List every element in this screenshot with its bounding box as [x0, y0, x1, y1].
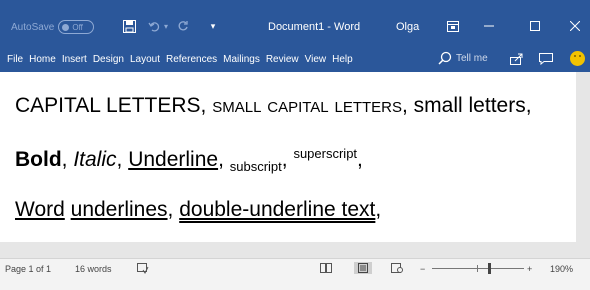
close-icon[interactable]: [560, 14, 590, 38]
tell-me-label: Tell me: [456, 52, 488, 64]
tab-references[interactable]: References: [166, 54, 217, 65]
tab-insert[interactable]: Insert: [62, 54, 87, 65]
vertical-scrollbar[interactable]: [576, 72, 590, 258]
separator: ,: [218, 148, 230, 171]
page-gap: [0, 242, 576, 258]
zoom-level[interactable]: 190%: [550, 264, 573, 274]
subscript-text: subscript: [229, 159, 282, 175]
text-line-3: Word underlines, double-underline text,: [15, 198, 381, 222]
separator: ,: [200, 94, 213, 117]
tab-file[interactable]: File: [7, 54, 23, 65]
superscript-text: superscript: [293, 146, 358, 161]
proofing-icon[interactable]: [136, 262, 150, 274]
zoom-slider-midmark: [477, 265, 478, 272]
undo-icon[interactable]: [146, 17, 162, 35]
autosave-control[interactable]: AutoSave Off: [11, 20, 95, 34]
separator: ,: [375, 198, 382, 221]
undo-dropdown-icon[interactable]: ▾: [162, 17, 170, 35]
print-layout-icon[interactable]: [354, 262, 372, 274]
zoom-slider-thumb[interactable]: [488, 263, 492, 274]
separator: ,: [281, 148, 294, 171]
italic-text: Italic: [73, 148, 117, 171]
tell-me-search[interactable]: Tell me: [438, 51, 488, 65]
separator: ,: [357, 148, 363, 171]
share-icon[interactable]: [508, 50, 526, 68]
separator: ,: [525, 94, 532, 117]
page-count[interactable]: Page 1 of 1: [5, 264, 51, 274]
text-line-2: Bold, Italic, Underline, subscript, supe…: [15, 146, 363, 174]
ribbon-tabs: File Home Insert Design Layout Reference…: [0, 46, 590, 72]
zoom-in-button[interactable]: +: [527, 264, 532, 274]
read-mode-icon[interactable]: [319, 262, 333, 274]
tab-home[interactable]: Home: [29, 54, 56, 65]
autosave-state: Off: [72, 22, 83, 32]
bold-text: Bold: [15, 148, 62, 171]
zoom-out-button[interactable]: −: [420, 264, 425, 274]
tab-layout[interactable]: Layout: [130, 54, 160, 65]
word-underline-text: Word: [15, 198, 65, 221]
separator: ,: [402, 94, 414, 117]
tab-view[interactable]: View: [305, 54, 327, 65]
tab-mailings[interactable]: Mailings: [223, 54, 260, 65]
web-layout-icon[interactable]: [390, 262, 404, 274]
lightbulb-search-icon: [438, 51, 452, 65]
minimize-icon[interactable]: [474, 14, 504, 38]
title-bar: AutoSave Off ▾ ▾ Document1 - Word Olga: [0, 0, 590, 46]
separator: ,: [167, 198, 180, 221]
text-line-1: CAPITAL LETTERS, small capital letters, …: [15, 94, 532, 118]
toggle-knob: [62, 23, 70, 31]
customize-qat-icon[interactable]: ▾: [208, 17, 218, 35]
separator: ,: [116, 148, 129, 171]
user-name[interactable]: Olga: [396, 21, 419, 33]
feedback-smiley-icon[interactable]: [570, 51, 585, 66]
word-underline-text-2: underlines: [70, 198, 168, 221]
autosave-toggle[interactable]: Off: [58, 20, 95, 34]
tab-design[interactable]: Design: [93, 54, 124, 65]
tab-help[interactable]: Help: [332, 54, 353, 65]
word-count[interactable]: 16 words: [75, 264, 112, 274]
underline-text: Underline: [128, 148, 219, 171]
maximize-icon[interactable]: [520, 14, 550, 38]
tab-review[interactable]: Review: [266, 54, 299, 65]
autosave-label: AutoSave: [11, 21, 55, 33]
document-title: Document1 - Word: [268, 21, 361, 33]
ribbon-display-options-icon[interactable]: [438, 14, 468, 38]
comments-icon[interactable]: [537, 50, 555, 68]
redo-icon[interactable]: [175, 17, 191, 35]
status-bar: Page 1 of 1 16 words − + 190%: [0, 258, 590, 290]
zoom-slider-track[interactable]: [432, 268, 524, 269]
small-letters-text: small letters: [413, 94, 526, 117]
capital-letters-text: CAPITAL LETTERS: [15, 94, 201, 117]
separator: ,: [61, 148, 74, 171]
double-underline-text: double-underline text: [179, 198, 376, 221]
save-icon[interactable]: [120, 17, 138, 35]
small-caps-text: small capital letters: [212, 94, 402, 117]
